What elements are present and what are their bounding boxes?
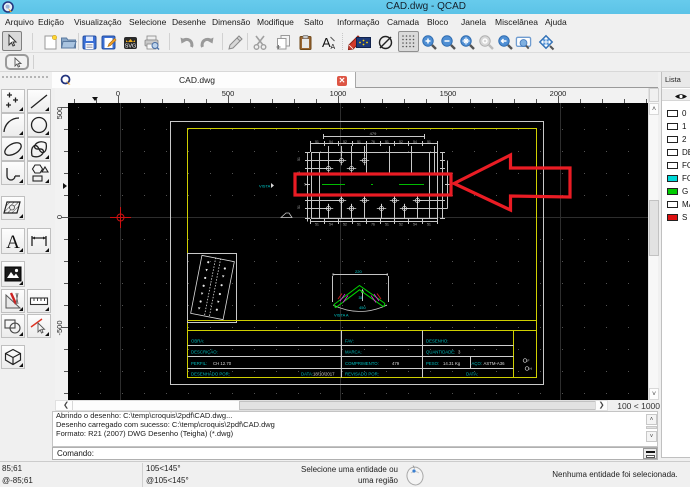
svg-text:76: 76 xyxy=(371,140,375,144)
svg-text:35: 35 xyxy=(359,296,363,300)
svg-text:COMPRIMENTO:: COMPRIMENTO: xyxy=(345,361,379,366)
svg-text:54: 54 xyxy=(413,140,417,144)
svg-text:51: 51 xyxy=(357,140,361,144)
svg-text:54: 54 xyxy=(413,223,417,227)
svg-text:54: 54 xyxy=(329,140,333,144)
svg-text:52: 52 xyxy=(399,140,403,144)
svg-text:54: 54 xyxy=(329,223,333,227)
svg-text:DATA:: DATA: xyxy=(301,372,313,377)
svg-text:5: 5 xyxy=(304,183,306,187)
svg-text:DESENHADO POR:: DESENHADO POR: xyxy=(191,372,230,377)
svg-text:51: 51 xyxy=(385,140,389,144)
svg-text:ASTM-A36: ASTM-A36 xyxy=(484,361,506,366)
svg-text:DATA:: DATA: xyxy=(466,372,478,377)
svg-text:14.31 Kg: 14.31 Kg xyxy=(443,361,461,366)
svg-text:51: 51 xyxy=(315,223,319,227)
svg-text:CH 12.70: CH 12.70 xyxy=(213,361,232,366)
svg-text:51: 51 xyxy=(427,223,431,227)
svg-text:479: 479 xyxy=(392,361,400,366)
svg-text:A: A xyxy=(6,232,20,253)
svg-text:51: 51 xyxy=(297,157,301,161)
svg-text:51: 51 xyxy=(297,205,301,209)
svg-text:500: 500 xyxy=(55,107,64,120)
svg-text:REVISADO POR:: REVISADO POR: xyxy=(345,372,379,377)
svg-text:VISTA: VISTA xyxy=(259,184,271,189)
svg-text:OBRA:: OBRA: xyxy=(191,339,204,344)
svg-text:VISTA A: VISTA A xyxy=(334,313,349,318)
svg-text:18/10/2017: 18/10/2017 xyxy=(313,372,335,377)
svg-text:76: 76 xyxy=(371,223,375,227)
svg-text:MARCA:: MARCA: xyxy=(345,350,362,355)
svg-text:220: 220 xyxy=(355,269,362,274)
svg-text:PERFIL:: PERFIL: xyxy=(191,361,207,366)
svg-text:51: 51 xyxy=(357,223,361,227)
svg-text:450: 450 xyxy=(359,305,366,310)
svg-text:SVG: SVG xyxy=(125,44,137,50)
svg-text:A: A xyxy=(331,44,336,51)
svg-text:FAV:: FAV: xyxy=(345,339,354,344)
svg-text:DESENHO:: DESENHO: xyxy=(426,339,448,344)
svg-text:479: 479 xyxy=(370,131,377,136)
svg-text:DESCRIÇÃO:: DESCRIÇÃO: xyxy=(191,350,218,355)
svg-text:PESO:: PESO: xyxy=(426,361,439,366)
svg-text:51: 51 xyxy=(315,140,319,144)
svg-text:51: 51 xyxy=(385,223,389,227)
svg-text:QUANTIDADE:: QUANTIDADE: xyxy=(426,350,455,355)
svg-text:52: 52 xyxy=(343,223,347,227)
svg-text:51: 51 xyxy=(427,140,431,144)
svg-text:52: 52 xyxy=(343,140,347,144)
svg-text:52: 52 xyxy=(399,223,403,227)
svg-text:AÇO:: AÇO: xyxy=(472,361,483,366)
svg-text:F: F xyxy=(528,359,530,363)
